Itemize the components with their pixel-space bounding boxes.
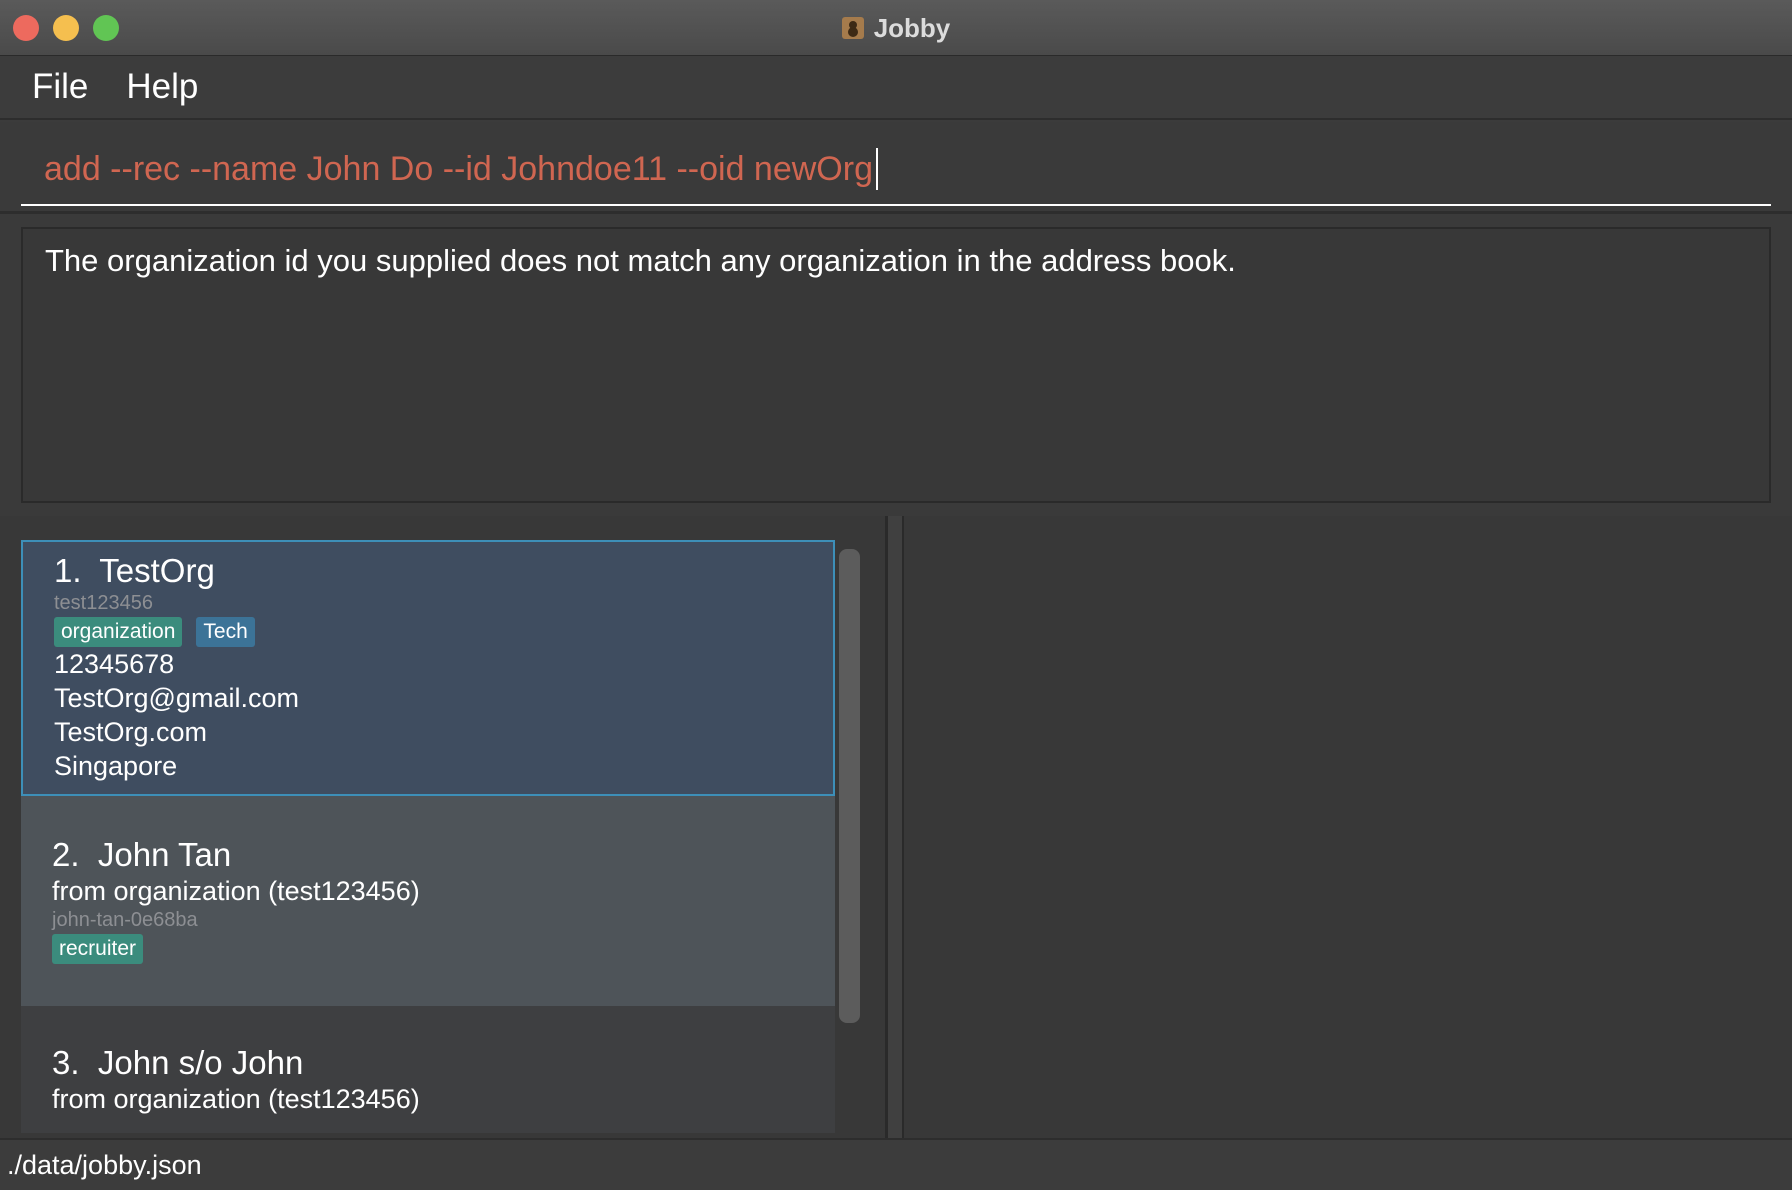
contact-name-text: TestOrg (99, 552, 215, 589)
detail-panel (904, 516, 1792, 1138)
contact-name: 2. John Tan (52, 796, 835, 874)
contact-id: john-tan-0e68ba (52, 909, 198, 931)
split-divider[interactable] (888, 516, 904, 1138)
result-pane: The organization id you supplied does no… (0, 214, 1792, 516)
contact-name-text: John Tan (97, 836, 232, 873)
contact-email: TestOrg@gmail.com (54, 683, 299, 713)
contact-id: test123456 (54, 592, 153, 614)
window-title: Jobby (873, 12, 951, 43)
contact-name: 1. TestOrg (54, 542, 833, 590)
result-message: The organization id you supplied does no… (45, 243, 1236, 278)
menu-bar: File Help (0, 56, 1792, 120)
app-icon (841, 17, 864, 39)
tag-tech: Tech (196, 617, 255, 647)
tag-list: recruiter (52, 934, 835, 964)
menu-help[interactable]: Help (126, 67, 198, 107)
contact-name-text: John s/o John (97, 1044, 304, 1081)
contact-name: 3. John s/o John (52, 1006, 835, 1082)
menu-file[interactable]: File (32, 67, 88, 107)
tag-recruiter: recruiter (52, 934, 144, 964)
contact-url: TestOrg.com (54, 717, 208, 747)
contact-organization: from organization (test123456) (52, 876, 420, 906)
tag-organization: organization (54, 617, 183, 647)
data-file-path: ./data/jobby.json (7, 1149, 202, 1180)
contact-organization: from organization (test123456) (52, 1084, 420, 1114)
contact-address: Singapore (54, 751, 178, 781)
status-bar: ./data/jobby.json (0, 1138, 1792, 1190)
text-caret (875, 148, 878, 190)
command-text[interactable]: add --rec --name John Do --id Johndoe11 … (44, 150, 873, 189)
contact-index: 2. (52, 836, 80, 873)
title-group: Jobby (0, 0, 1792, 56)
contact-list-panel: 1. TestOrg test123456 organization Tech … (0, 516, 888, 1138)
list-scrollbar[interactable] (839, 549, 860, 1023)
command-pane: add --rec --name John Do --id Johndoe11 … (0, 122, 1792, 214)
contact-index: 1. (54, 552, 82, 589)
contact-phone: 12345678 (54, 649, 175, 679)
tag-list: organization Tech (54, 617, 833, 647)
contact-card[interactable]: 2. John Tan from organization (test12345… (21, 796, 835, 1006)
contact-card-selected[interactable]: 1. TestOrg test123456 organization Tech … (21, 540, 835, 796)
contact-index: 3. (52, 1044, 80, 1081)
contact-card[interactable]: 3. John s/o John from organization (test… (21, 1006, 835, 1133)
contact-list[interactable]: 1. TestOrg test123456 organization Tech … (21, 540, 835, 1133)
title-bar: Jobby (0, 0, 1792, 56)
command-input[interactable]: add --rec --name John Do --id Johndoe11 … (21, 134, 1771, 206)
main-split: 1. TestOrg test123456 organization Tech … (0, 516, 1792, 1138)
result-display[interactable]: The organization id you supplied does no… (21, 227, 1771, 503)
